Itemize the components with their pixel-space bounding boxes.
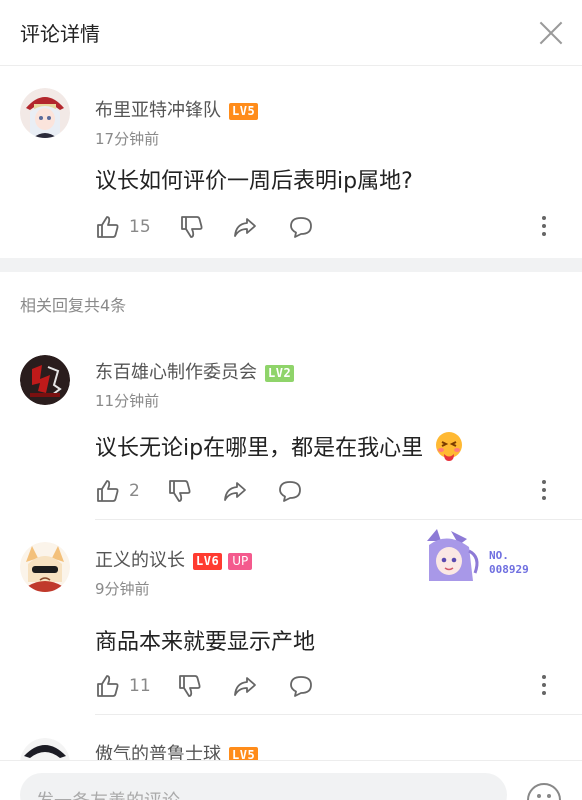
comment-time: 11分钟前 [95,392,160,410]
more-vertical-icon[interactable] [541,478,547,504]
reply-button[interactable] [288,212,314,242]
thumbs-down-icon [181,216,203,238]
share-icon [234,677,256,696]
username[interactable]: 布里亚特冲锋队 LV5 [95,96,259,122]
like-button[interactable]: 15 [95,212,151,242]
comment-actions: 11 [95,671,565,701]
dislike-button[interactable] [179,212,205,242]
reply-bubble-icon [279,481,301,502]
share-button[interactable] [232,671,258,701]
emoji-icon[interactable] [527,783,561,800]
share-button[interactable] [222,476,248,506]
divider [95,714,582,715]
close-icon[interactable] [538,20,564,46]
avatar[interactable] [20,542,70,592]
comment-text: 商品本来就要显示产地 [95,630,316,655]
like-button[interactable]: 2 [95,476,140,506]
avatar[interactable] [20,88,70,138]
dislike-button[interactable] [177,671,203,701]
comment-text: 议长如何评价一周后表明ip属地? [95,169,413,194]
like-count: 2 [129,481,140,501]
divider [95,519,582,520]
thumbs-up-icon [97,480,119,502]
username-text[interactable]: 正义的议长 [95,550,185,571]
username[interactable]: 正义的议长 LV6 UP [95,546,253,572]
reply-button[interactable] [277,476,303,506]
comment-input-bar: 发一条友善的评论 [0,760,582,800]
comment-text-content: 议长无论ip在哪里，都是在我心里 [95,436,424,461]
thumbs-up-icon [97,216,119,238]
level-badge: LV2 [265,364,295,382]
avatar[interactable] [20,355,70,405]
level-badge: LV5 [229,102,259,120]
like-count: 15 [129,217,151,237]
up-badge: UP [228,552,253,570]
thumbs-down-icon [179,675,201,697]
comment-text: 议长无论ip在哪里，都是在我心里 [95,430,464,467]
dislike-button[interactable] [167,476,193,506]
reply-button[interactable] [288,671,314,701]
comment-actions: 15 [95,212,565,242]
thumbs-down-icon [169,480,191,502]
more-vertical-icon[interactable] [541,673,547,699]
like-count: 11 [129,676,151,696]
fan-badge[interactable]: NO. 008929 [423,527,563,587]
thumbs-up-icon [97,675,119,697]
share-icon [224,482,246,501]
share-button[interactable] [232,212,258,242]
username-text[interactable]: 布里亚特冲锋队 [95,100,221,121]
more-vertical-icon[interactable] [541,214,547,240]
replies-count: 相关回复共4条 [20,296,127,315]
fan-badge-character-icon [427,529,479,581]
share-icon [234,218,256,237]
blush-emoji-icon [434,431,464,467]
level-badge: LV6 [193,552,223,570]
comment-input[interactable]: 发一条友善的评论 [20,773,507,800]
username-text[interactable]: 东百雄心制作委员会 [95,362,257,383]
page-title: 评论详情 [20,22,100,46]
section-divider [0,258,582,272]
username[interactable]: 东百雄心制作委员会 LV2 [95,358,295,384]
comment-time: 17分钟前 [95,130,160,148]
fan-badge-number: NO. 008929 [489,549,529,576]
header-bar: 评论详情 [0,0,582,66]
comment-actions: 2 [95,476,565,506]
reply-bubble-icon [290,676,312,697]
comment-time: 9分钟前 [95,580,150,598]
reply-bubble-icon [290,217,312,238]
like-button[interactable]: 11 [95,671,151,701]
